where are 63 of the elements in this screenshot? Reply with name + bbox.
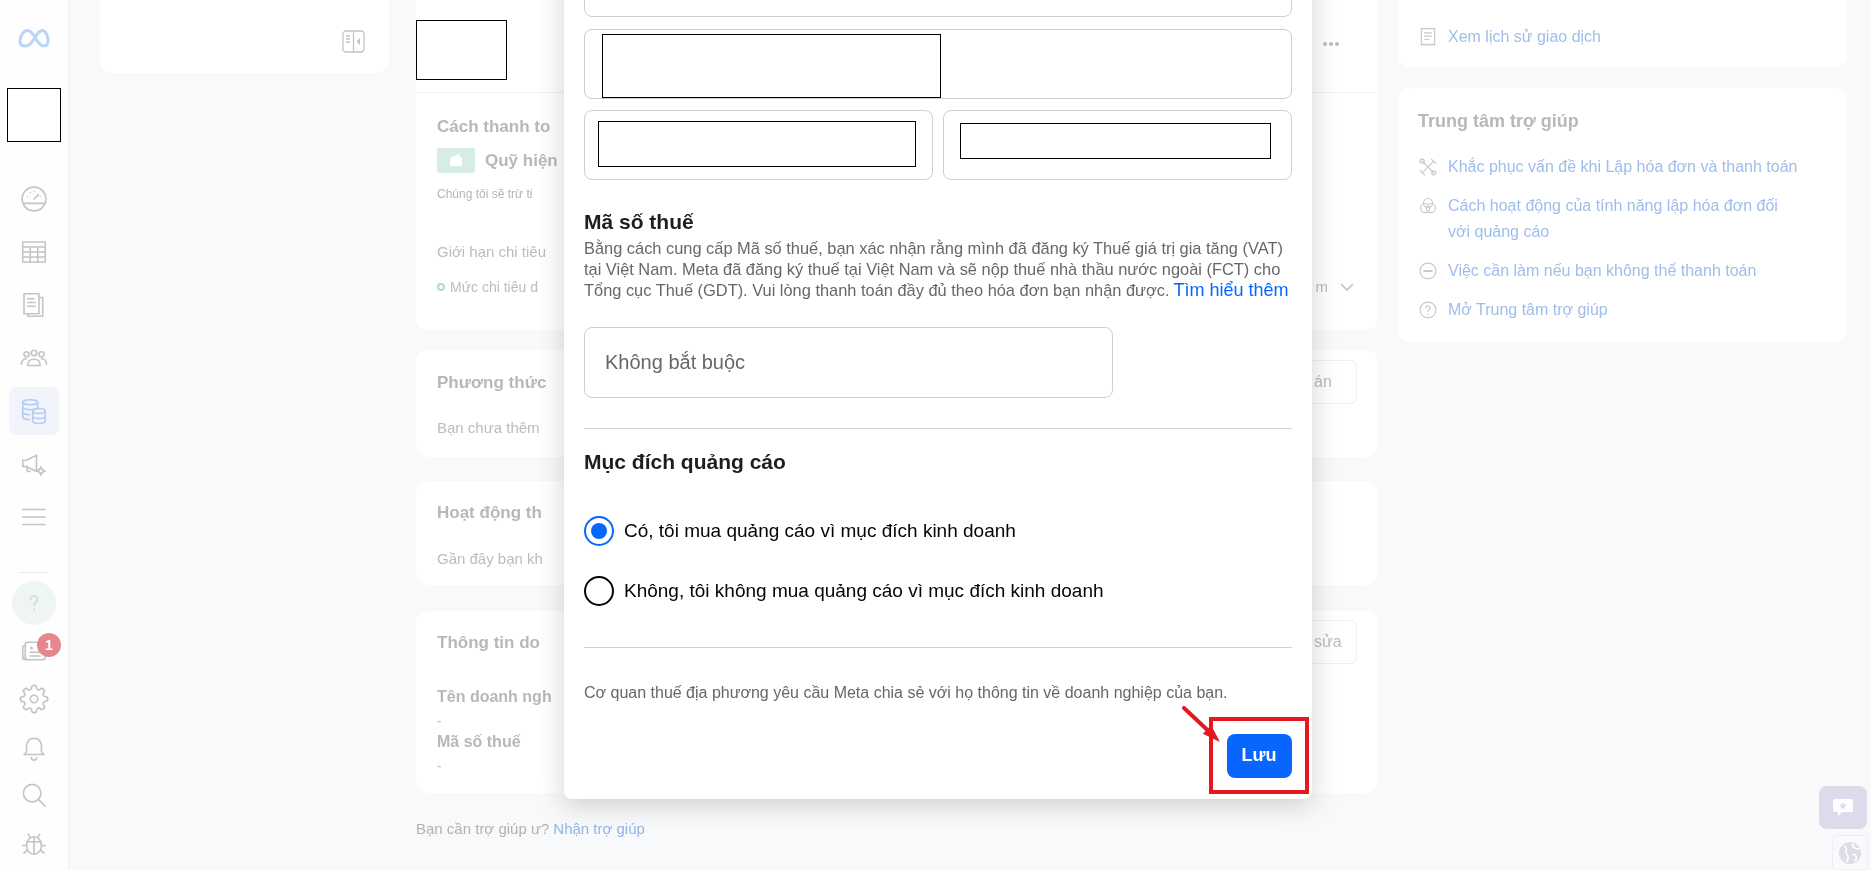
card-title: Hoạt động th: [437, 502, 542, 524]
tax-id-field[interactable]: Không bắt buộc: [584, 327, 1113, 398]
input-field[interactable]: [584, 110, 933, 180]
wallet-icon: [437, 148, 475, 173]
spend-status-text: Mức chi tiêu d: [450, 278, 538, 297]
field-label: Mã số thuế: [437, 732, 521, 752]
learn-more-link[interactable]: Tìm hiểu thêm: [1173, 280, 1289, 300]
more-icon[interactable]: [1322, 41, 1340, 47]
sidebar-item[interactable]: [9, 581, 59, 625]
field-value: -: [437, 758, 442, 774]
save-button[interactable]: Lưu: [1226, 733, 1292, 778]
logo-icon: [16, 27, 52, 49]
card-title: Trung tâm trợ giúp: [1418, 110, 1579, 133]
section-title: Mục đích quảng cáo: [584, 449, 786, 475]
help-link[interactable]: Mở Trung tâm trợ giúp: [1448, 297, 1608, 323]
help-link[interactable]: Cách hoạt động của tính năng lập hóa đơn đối với quảng cáo: [1448, 193, 1799, 245]
card-title: Thông tin do: [437, 632, 540, 654]
fund-name: Quỹ hiện: [485, 150, 558, 172]
redaction-box: [7, 88, 61, 142]
sidebar-item[interactable]: [9, 387, 59, 435]
sidebar-item[interactable]: 1: [9, 629, 59, 673]
language-button[interactable]: [1832, 835, 1868, 870]
speech-bubble-icon: [1831, 796, 1855, 819]
section-title: Mã số thuế: [584, 209, 694, 235]
settings-icon: [19, 684, 49, 714]
status-dot: [437, 283, 445, 291]
dropdown-value[interactable]: m: [1315, 277, 1328, 297]
card-title: Phương thức: [437, 372, 547, 394]
help-link[interactable]: Nhận trợ giúp: [553, 820, 645, 837]
radio-label[interactable]: Không, tôi không mua quảng cáo vì mục đích kinh doanh: [624, 579, 1104, 603]
gauge-icon: [19, 184, 49, 214]
globe-icon: [1838, 840, 1862, 865]
panel-toggle-icon[interactable]: [342, 30, 365, 53]
description: Chúng tôi sẽ trừ ti: [437, 186, 533, 202]
coins-icon: [19, 396, 49, 426]
tools-icon: [1418, 157, 1438, 177]
description: Bằng cách cung cấp Mã số thuế, bạn xác nhận rằng mình đã đăng ký Thuế giá trị gia tăng (VAT) tại Việt Nam. Meta đã đăng ký thuế tại Việt Nam và sẽ nộp thuế nhà thầu nước ngoài (FCT) cho Tổng cục Thuế (GDT). Vui lòng thanh toán đầy đủ theo hóa đơn bạn nhận được. Tìm hiểu thêm: [584, 238, 1290, 301]
chevron-down-icon[interactable]: [1340, 283, 1354, 291]
history-link[interactable]: Xem lịch sử giao dịch: [1448, 26, 1601, 48]
footnote: Cơ quan thuế địa phương yêu cầu Meta chia sẻ với họ thông tin về doanh nghiệp của bạn.: [584, 683, 1228, 703]
help-circle-icon: [1418, 300, 1438, 320]
radio-button[interactable]: [584, 576, 614, 606]
chat-button[interactable]: [1819, 786, 1867, 829]
circles-icon: [1418, 196, 1438, 216]
card-title: Cách thanh to: [437, 116, 551, 138]
description: Gần đây bạn kh: [437, 549, 543, 569]
receipt-icon: [1418, 26, 1438, 48]
input-field[interactable]: [943, 110, 1292, 180]
field-value: -: [437, 713, 442, 729]
help-link[interactable]: Khắc phục vấn đề khi Lập hóa đơn và thanh toán: [1448, 154, 1798, 180]
radio-label[interactable]: Có, tôi mua quảng cáo vì mục đích kinh doanh: [624, 519, 1016, 543]
description: Bạn chưa thêm: [437, 418, 540, 438]
card-button[interactable]: án: [1313, 360, 1357, 404]
notification-badge: 1: [37, 633, 61, 657]
field-label: Giới hạn chi tiêu: [437, 242, 547, 262]
input-field[interactable]: [584, 29, 1292, 99]
help-icon: [12, 581, 56, 625]
radio-button[interactable]: [584, 516, 614, 546]
help-link[interactable]: Việc cần làm nếu bạn không thể thanh toán: [1448, 258, 1757, 284]
field-label: Tên doanh ngh: [437, 687, 552, 707]
help-prompt: Bạn cần trợ giúp ư? Nhận trợ giúp: [416, 819, 645, 839]
minus-circle-icon: [1418, 261, 1438, 281]
card-button[interactable]: sửa: [1313, 620, 1357, 664]
